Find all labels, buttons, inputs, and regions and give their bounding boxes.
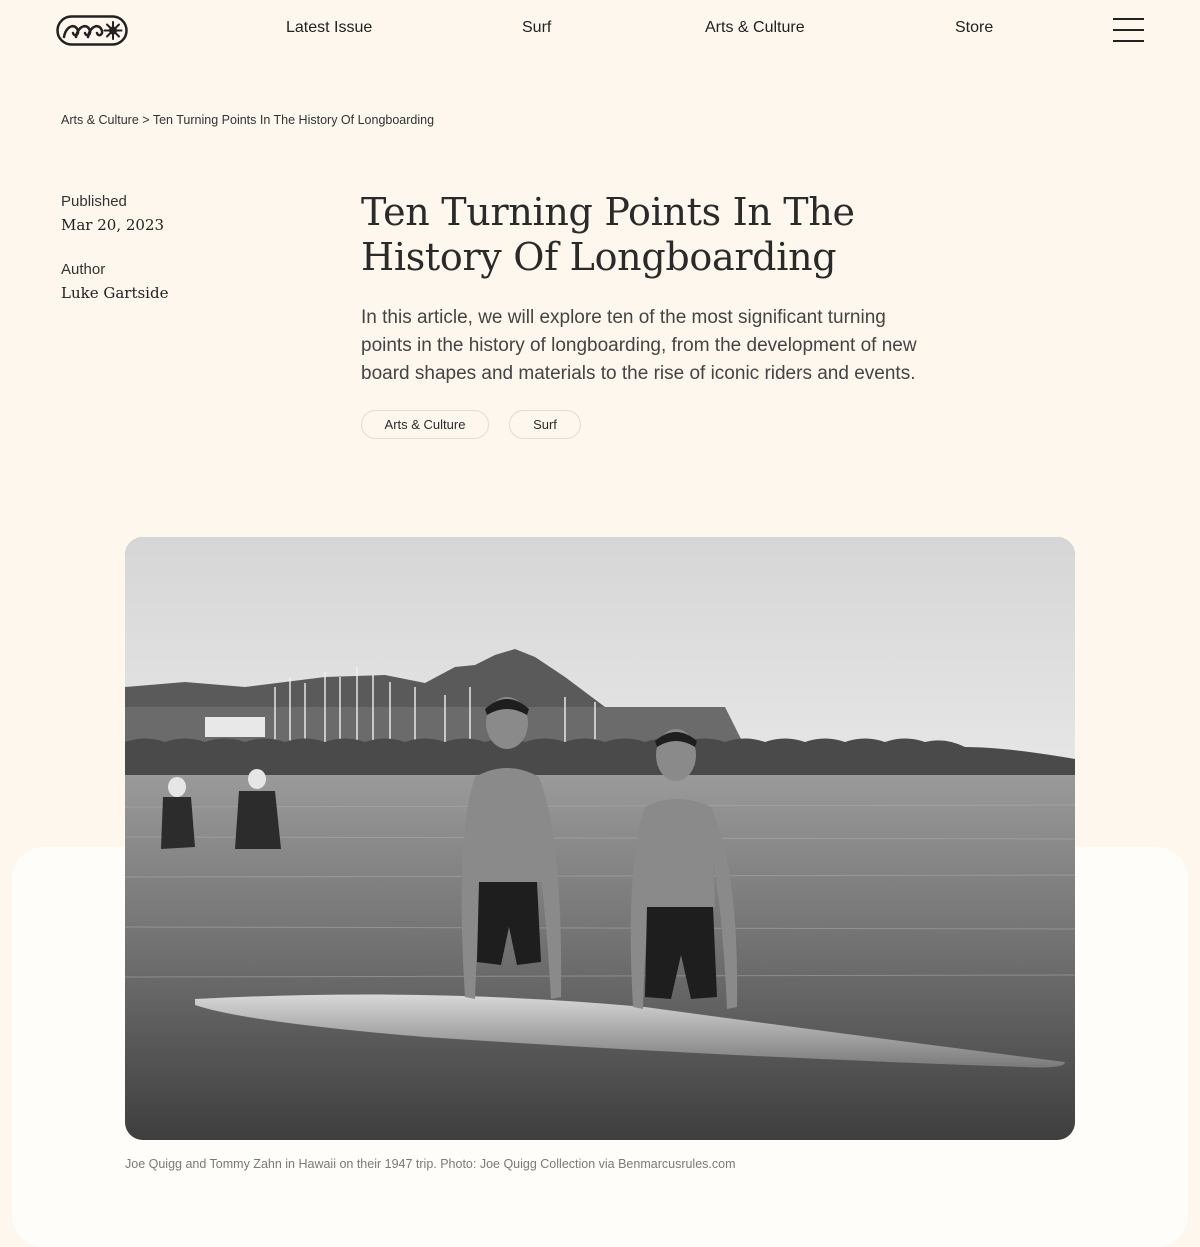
author-label: Author (61, 261, 106, 278)
wave-sun-logo-icon[interactable] (56, 15, 128, 46)
published-date: Mar 20, 2023 (61, 216, 165, 234)
breadcrumb-separator: > (142, 113, 150, 127)
tag-surf[interactable]: Surf (509, 410, 581, 439)
author-name[interactable]: Luke Gartside (61, 284, 168, 302)
breadcrumb: Arts & Culture > Ten Turning Points In T… (61, 113, 434, 127)
hero-photo (125, 537, 1075, 1140)
article-title: Ten Turning Points In The History Of Lon… (361, 190, 855, 279)
nav-latest-issue[interactable]: Latest Issue (286, 19, 372, 37)
article-lead: In this article, we will explore ten of … (361, 307, 917, 384)
breadcrumb-parent-link[interactable]: Arts & Culture (61, 113, 139, 127)
nav-surf[interactable]: Surf (522, 19, 551, 37)
nav-store[interactable]: Store (955, 19, 993, 37)
hamburger-menu-icon[interactable] (1113, 18, 1144, 42)
hero-caption: Joe Quigg and Tommy Zahn in Hawaii on th… (125, 1157, 736, 1171)
site-header: Latest Issue Surf Arts & Culture Store (0, 0, 1200, 60)
breadcrumb-current: Ten Turning Points In The History Of Lon… (152, 113, 435, 127)
nav-arts-culture[interactable]: Arts & Culture (705, 19, 805, 37)
tag-arts-culture[interactable]: Arts & Culture (361, 410, 489, 439)
published-label: Published (61, 193, 127, 210)
